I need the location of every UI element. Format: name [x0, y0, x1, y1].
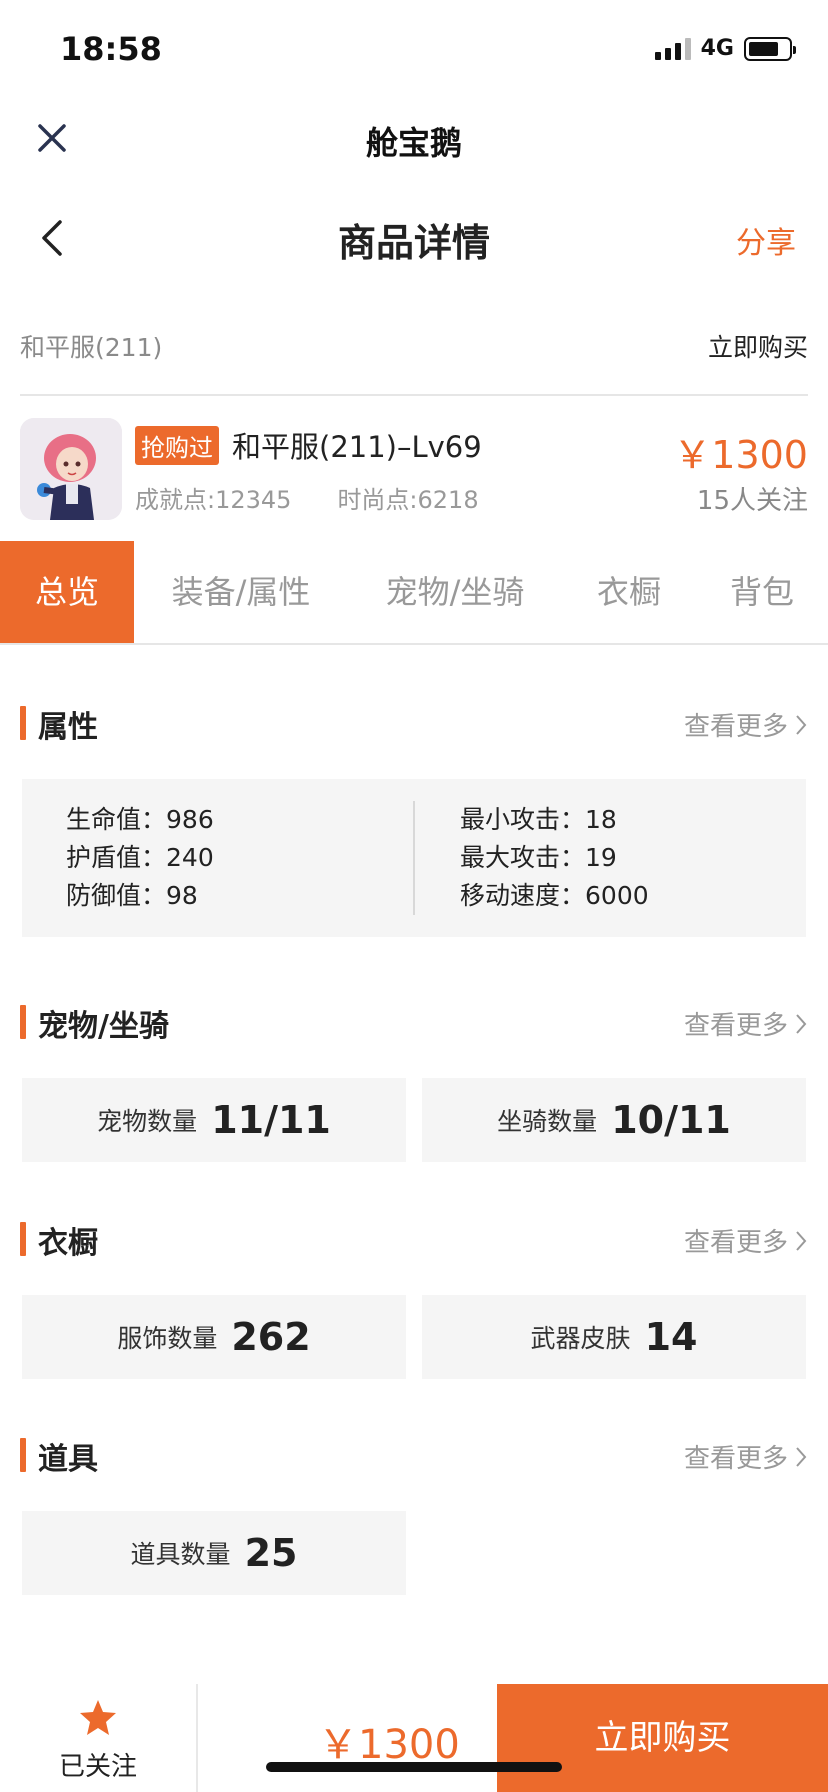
view-more-label: 查看更多 [683, 712, 788, 742]
view-more-props[interactable]: 查看更多 [684, 1438, 808, 1475]
attribute-row: 生命值：986 [66, 805, 214, 834]
chevron-right-icon [796, 714, 807, 735]
product-meta: 成就点:12345 时尚点:6218 [135, 480, 479, 515]
stat-label: 服饰数量 [117, 1324, 218, 1353]
chevron-right-icon [796, 1446, 807, 1467]
stat-label: 道具数量 [130, 1540, 231, 1569]
battery-icon [744, 36, 796, 61]
tab-overview[interactable]: 总览 [0, 541, 134, 643]
fashion-points: 时尚点:6218 [337, 486, 479, 514]
attributes-divider [413, 801, 415, 915]
stat-value: 14 [644, 1315, 698, 1359]
tab-equipment[interactable]: 装备/属性 [134, 541, 348, 643]
attributes-section-header: 属性 查看更多 [20, 702, 808, 746]
attributes-panel: 生命值：986 护盾值：240 防御值：98 最小攻击：18 最大攻击：19 移… [22, 779, 806, 937]
view-more-wardrobe[interactable]: 查看更多 [684, 1222, 808, 1259]
section-title: 衣橱 [38, 1226, 98, 1261]
stat-value: 25 [244, 1531, 298, 1575]
miniapp-title: 舱宝鹅 [365, 124, 462, 162]
attribute-row: 护盾值：240 [66, 843, 214, 872]
view-more-attributes[interactable]: 查看更多 [684, 706, 808, 743]
stat-value: 262 [231, 1315, 311, 1359]
server-row: 和平服(211) 立即购买 [20, 318, 808, 396]
section-title: 道具 [38, 1442, 98, 1477]
follow-label: 已关注 [58, 1752, 137, 1782]
achievement-points: 成就点:12345 [135, 486, 292, 514]
battery-level [749, 41, 778, 56]
status-bar: 18:58 4G [0, 0, 828, 100]
section-accent [20, 1438, 26, 1472]
purchased-badge: 抢购过 [135, 426, 219, 465]
section-accent [20, 1222, 26, 1256]
product-price: ￥1300 [673, 433, 808, 477]
stat-value: 10/11 [611, 1098, 731, 1142]
server-name: 和平服(211) [20, 333, 163, 362]
view-more-label: 查看更多 [683, 1011, 788, 1041]
props-section-header: 道具 查看更多 [20, 1434, 808, 1478]
mount-count-box: 坐骑数量 10/11 [422, 1078, 806, 1162]
follower-count: 15人关注 [696, 486, 808, 516]
attribute-row: 最小攻击：18 [460, 805, 617, 834]
attribute-row: 防御值：98 [66, 881, 198, 910]
view-more-label: 查看更多 [683, 1444, 788, 1474]
character-avatar [20, 418, 122, 520]
buy-now-button[interactable]: 立即购买 [497, 1684, 828, 1792]
bottom-action-bar: 已关注 ￥1300 立即购买 [0, 1684, 828, 1792]
chevron-right-icon [796, 1230, 807, 1251]
star-icon [80, 1700, 116, 1735]
tab-wardrobe[interactable]: 衣橱 [562, 541, 696, 643]
miniapp-header: 舱宝鹅 [0, 100, 828, 180]
prop-count-box: 道具数量 25 [22, 1511, 406, 1595]
chevron-right-icon [796, 1013, 807, 1034]
stat-label: 武器皮肤 [530, 1324, 631, 1353]
attributes-right: 最小攻击：18 最大攻击：19 移动速度：6000 [460, 801, 649, 915]
view-more-pets[interactable]: 查看更多 [684, 1005, 808, 1042]
section-title: 宠物/坐骑 [38, 1009, 169, 1044]
product-name: 和平服(211)–Lv69 [232, 430, 482, 464]
outfit-count-box: 服饰数量 262 [22, 1295, 406, 1379]
network-type: 4G [700, 36, 734, 61]
tab-pets-mounts[interactable]: 宠物/坐骑 [348, 541, 562, 643]
detail-tabs: 总览 装备/属性 宠物/坐骑 衣橱 背包 [0, 541, 828, 645]
status-indicators: 4G [654, 36, 796, 61]
signal-icon [654, 37, 691, 60]
nav-header: 商品详情 分享 [0, 190, 828, 286]
stat-value: 11/11 [211, 1098, 331, 1142]
section-title: 属性 [38, 710, 98, 745]
section-accent [20, 706, 26, 740]
stat-label: 宠物数量 [97, 1107, 198, 1136]
buy-now-link[interactable]: 立即购买 [708, 328, 808, 364]
home-indicator [266, 1762, 562, 1772]
attribute-row: 移动速度：6000 [460, 881, 649, 910]
status-time: 18:58 [60, 30, 162, 68]
wardrobe-section-header: 衣橱 查看更多 [20, 1218, 808, 1262]
attribute-row: 最大攻击：19 [460, 843, 617, 872]
pets-section-header: 宠物/坐骑 查看更多 [20, 1001, 808, 1045]
pet-count-box: 宠物数量 11/11 [22, 1078, 406, 1162]
view-more-label: 查看更多 [683, 1228, 788, 1258]
product-summary[interactable]: 抢购过 和平服(211)–Lv69 成就点:12345 时尚点:6218 ￥13… [20, 414, 808, 522]
weapon-skin-box: 武器皮肤 14 [422, 1295, 806, 1379]
follow-button[interactable]: 已关注 [0, 1684, 198, 1792]
tab-backpack[interactable]: 背包 [696, 541, 828, 643]
page-title: 商品详情 [337, 221, 490, 265]
section-accent [20, 1005, 26, 1039]
stat-label: 坐骑数量 [497, 1107, 598, 1136]
attributes-left: 生命值：986 护盾值：240 防御值：98 [66, 801, 214, 915]
share-button[interactable]: 分享 [736, 218, 796, 262]
